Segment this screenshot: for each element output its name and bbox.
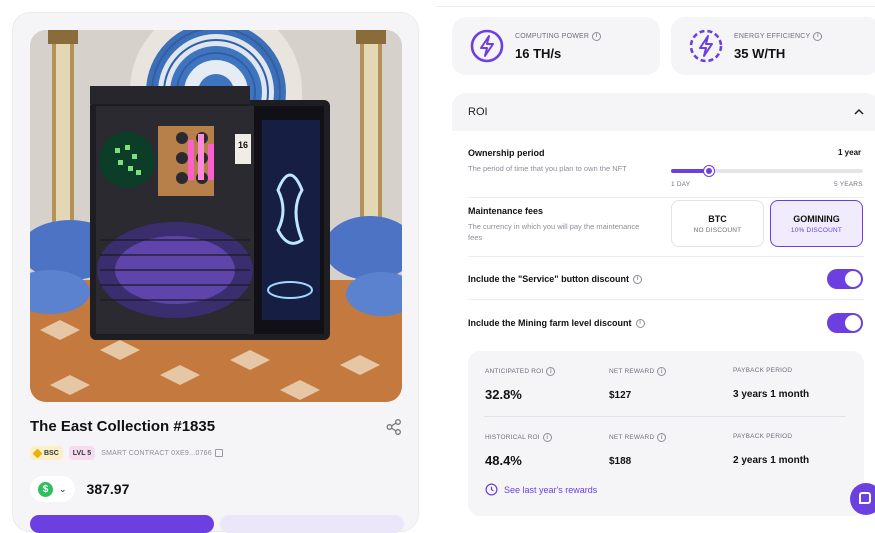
fee-option-title: GOMINING: [793, 213, 840, 224]
ownership-slider[interactable]: [671, 166, 863, 176]
stats-divider: [484, 416, 846, 417]
nft-title: The East Collection #1835: [30, 418, 216, 435]
info-icon[interactable]: i: [546, 367, 556, 376]
maintenance-subtitle: The currency in which you will pay the m…: [468, 222, 640, 242]
computing-power-label: COMPUTING POWER i: [515, 31, 602, 41]
smart-contract[interactable]: SMART CONTRACT 0XE9...0766: [101, 449, 223, 457]
copy-icon[interactable]: [214, 449, 223, 457]
historical-net-label: NET REWARD i: [609, 433, 667, 442]
nft-artwork: 16: [30, 30, 402, 402]
dollar-icon: $: [38, 481, 53, 497]
slider-thumb[interactable]: [704, 166, 714, 176]
info-icon[interactable]: i: [813, 31, 823, 41]
chevron-down-icon: ⌄: [59, 483, 67, 494]
fee-option-title: BTC: [708, 213, 727, 224]
divider: [468, 197, 864, 198]
bsc-icon: [32, 448, 43, 458]
lightning-circle-icon: [470, 29, 504, 63]
toggle-knob: [845, 271, 861, 287]
chat-widget-button[interactable]: [850, 483, 875, 515]
computing-power-card: COMPUTING POWER i 16 TH/s: [452, 17, 660, 75]
anticipated-net-value: $127: [609, 390, 632, 401]
computing-power-value: 16 TH/s: [515, 45, 562, 61]
service-discount-toggle[interactable]: [827, 269, 863, 289]
historical-payback-label: PAYBACK PERIOD: [733, 433, 793, 440]
nft-card: 16 The East Collection #1835 BSC LVL 5 S…: [12, 12, 419, 533]
anticipated-net-label: NET REWARD i: [609, 367, 667, 376]
nft-price: 387.97: [86, 481, 130, 497]
clock-icon: [485, 483, 498, 496]
currency-select[interactable]: $ ⌄: [30, 476, 75, 502]
ownership-value: 1 year: [838, 148, 862, 157]
svg-text:16: 16: [238, 140, 248, 150]
share-icon[interactable]: [385, 418, 403, 436]
slider-max-label: 5 YEARS: [834, 181, 863, 188]
energy-efficiency-card: ENERGY EFFICIENCY i 35 W/TH: [671, 17, 875, 75]
top-border: [436, 6, 875, 7]
anticipated-roi-label: ANTICIPATED ROI i: [485, 367, 556, 376]
service-discount-label: Include the "Service" button discount i: [468, 274, 643, 284]
secondary-button[interactable]: [220, 515, 404, 533]
fee-option-subtitle: 10% DISCOUNT: [790, 226, 843, 234]
chat-bubble-icon: [859, 492, 871, 504]
chain-label: BSC: [44, 449, 59, 457]
historical-net-value: $188: [609, 456, 632, 467]
level-badge: LVL 5: [68, 446, 96, 460]
info-icon[interactable]: i: [635, 318, 645, 328]
info-icon[interactable]: i: [657, 367, 667, 376]
anticipated-payback-label: PAYBACK PERIOD: [733, 367, 793, 374]
price-row: $ ⌄ 387.97: [30, 476, 129, 502]
roi-title: ROI: [468, 106, 488, 118]
historical-payback-value: 2 years 1 month: [733, 455, 810, 466]
roi-accordion-header[interactable]: ROI: [452, 93, 875, 131]
rewards-link-text: See last year's rewards: [504, 484, 598, 495]
farm-discount-label: Include the Mining farm level discount i: [468, 318, 645, 328]
contract-address: SMART CONTRACT 0XE9...0766: [101, 449, 212, 457]
fee-option-subtitle: NO DISCOUNT: [693, 226, 742, 234]
energy-efficiency-label: ENERGY EFFICIENCY i: [734, 31, 823, 41]
info-icon[interactable]: i: [592, 31, 602, 41]
chevron-up-icon[interactable]: [854, 107, 864, 117]
ownership-title: Ownership period: [468, 148, 545, 158]
divider: [468, 256, 864, 257]
lightning-dashed-circle-icon: [689, 29, 723, 63]
maintenance-title: Maintenance fees: [468, 206, 544, 216]
energy-efficiency-value: 35 W/TH: [734, 45, 786, 61]
fee-option-gomining[interactable]: GOMINING 10% DISCOUNT: [770, 200, 863, 247]
toggle-knob: [845, 315, 861, 331]
historical-roi-label: HISTORICAL ROI i: [485, 433, 552, 442]
anticipated-payback-value: 3 years 1 month: [733, 389, 810, 400]
divider: [468, 299, 864, 300]
info-icon[interactable]: i: [542, 433, 552, 442]
info-icon[interactable]: i: [633, 274, 643, 284]
roi-body: Ownership period The period of time that…: [452, 131, 875, 523]
info-icon[interactable]: i: [657, 433, 667, 442]
roi-panel: ROI Ownership period The period of time …: [452, 93, 875, 523]
fee-option-btc[interactable]: BTC NO DISCOUNT: [671, 200, 764, 247]
anticipated-roi-value: 32.8%: [485, 387, 522, 402]
historical-roi-value: 48.4%: [485, 453, 522, 468]
farm-discount-toggle[interactable]: [827, 313, 863, 333]
last-year-rewards-link[interactable]: See last year's rewards: [485, 483, 597, 496]
slider-min-label: 1 DAY: [671, 181, 691, 188]
nft-meta-row: BSC LVL 5 SMART CONTRACT 0XE9...0766: [30, 446, 223, 460]
ownership-subtitle: The period of time that you plan to own …: [468, 164, 627, 173]
buy-button[interactable]: [30, 515, 214, 533]
roi-stats-box: ANTICIPATED ROI i 32.8% NET REWARD i $12…: [468, 351, 864, 516]
chain-badge: BSC: [30, 446, 63, 460]
nft-image[interactable]: 16: [30, 30, 402, 402]
